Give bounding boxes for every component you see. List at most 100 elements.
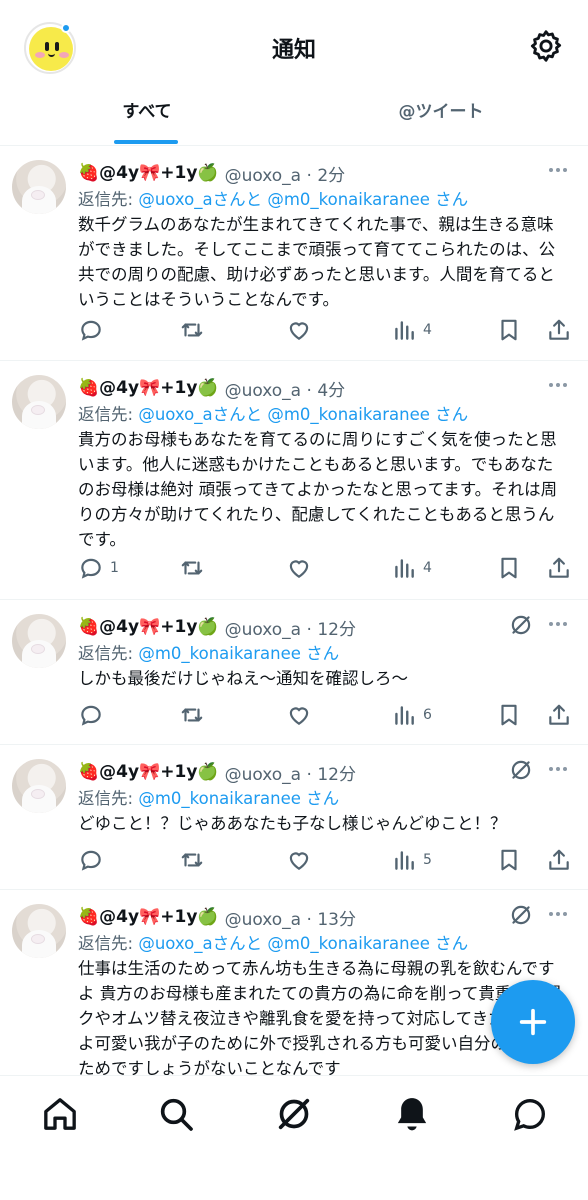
reply-button[interactable]	[78, 314, 110, 346]
views-button[interactable]: 4	[391, 552, 432, 584]
reply-mentions[interactable]: @uoxo_aさんと @m0_konaikaranee さん	[138, 405, 468, 424]
timestamp[interactable]: 2分	[317, 166, 345, 186]
timestamp[interactable]: 13分	[317, 910, 356, 930]
heart-icon	[289, 852, 309, 870]
bell-icon[interactable]	[392, 1094, 432, 1134]
retweet-button[interactable]	[179, 844, 205, 876]
reply-count: 1	[110, 560, 119, 576]
handle[interactable]: @uoxo_a	[225, 381, 302, 401]
bookmark-icon	[501, 849, 517, 871]
grok-icon[interactable]	[508, 757, 534, 783]
display-name[interactable]: 🍓@4y🎀+1y🍏	[78, 163, 219, 183]
bookmark-button[interactable]	[496, 844, 522, 876]
compose-button[interactable]	[491, 980, 575, 1064]
avatar[interactable]	[12, 904, 66, 958]
avatar[interactable]	[12, 759, 66, 813]
tweet-text: どゆこと！？じゃああなたも子なし様じゃんどゆこと！？	[78, 814, 507, 833]
handle[interactable]: @uoxo_a	[225, 765, 302, 785]
views-button[interactable]: 6	[391, 699, 432, 731]
reply-mentions[interactable]: @m0_konaikaranee さん	[138, 644, 339, 663]
retweet-icon	[181, 853, 203, 867]
grok-icon[interactable]	[508, 902, 534, 928]
display-name[interactable]: 🍓@4y🎀+1y🍏	[78, 907, 219, 927]
reply-button[interactable]	[78, 699, 110, 731]
like-button[interactable]	[286, 314, 312, 346]
like-button[interactable]	[286, 552, 312, 584]
retweet-icon	[181, 708, 203, 722]
views-chart-icon	[395, 321, 414, 340]
share-button[interactable]	[546, 314, 572, 346]
tweet[interactable]: 🍓@4y🎀+1y🍏 @uoxo_a · 12分 返信先: @m0_konaika…	[0, 600, 588, 745]
handle[interactable]: @uoxo_a	[225, 166, 302, 186]
reply-mentions[interactable]: @m0_konaikaranee さん	[138, 789, 339, 808]
like-button[interactable]	[286, 844, 312, 876]
retweet-icon	[181, 323, 203, 337]
notification-feed: 🍓@4y🎀+1y🍏 @uoxo_a · 2分 返信先: @uoxo_aさんと @…	[0, 146, 588, 1078]
share-icon	[549, 319, 569, 340]
like-button[interactable]	[286, 699, 312, 731]
reply-prefix: 返信先:	[78, 405, 139, 424]
bookmark-button[interactable]	[496, 699, 522, 731]
more-icon[interactable]	[544, 375, 572, 395]
retweet-button[interactable]	[179, 552, 205, 584]
bottom-navigation	[0, 1075, 588, 1200]
tab-mentions[interactable]: @ツイート	[294, 90, 588, 146]
search-icon[interactable]	[156, 1094, 196, 1134]
share-icon	[549, 557, 569, 578]
avatar[interactable]	[12, 614, 66, 668]
top-header: 通知	[0, 0, 588, 90]
timestamp[interactable]: 4分	[317, 381, 345, 401]
more-icon[interactable]	[544, 614, 572, 634]
action-bar: 5	[78, 844, 578, 876]
tweet[interactable]: 🍓@4y🎀+1y🍏 @uoxo_a · 12分 返信先: @m0_konaika…	[0, 745, 588, 890]
view-count: 6	[423, 707, 432, 723]
reply-button[interactable]	[78, 844, 110, 876]
bookmark-icon	[501, 704, 517, 726]
display-name[interactable]: 🍓@4y🎀+1y🍏	[78, 378, 219, 398]
timestamp[interactable]: 12分	[317, 620, 356, 640]
home-icon[interactable]	[40, 1094, 80, 1134]
display-name[interactable]: 🍓@4y🎀+1y🍏	[78, 617, 219, 637]
view-count: 5	[423, 852, 432, 868]
reply-mentions[interactable]: @uoxo_aさんと @m0_konaikaranee さん	[138, 934, 468, 953]
share-button[interactable]	[546, 699, 572, 731]
action-bar: 6	[78, 699, 578, 731]
notification-tabs: すべて @ツイート	[0, 90, 588, 146]
reply-icon	[81, 320, 101, 341]
avatar[interactable]	[12, 160, 66, 214]
views-button[interactable]: 4	[391, 314, 432, 346]
bookmark-button[interactable]	[496, 552, 522, 584]
views-chart-icon	[395, 706, 414, 725]
timestamp[interactable]: 12分	[317, 765, 356, 785]
heart-icon	[289, 322, 309, 340]
views-button[interactable]: 5	[391, 844, 432, 876]
handle[interactable]: @uoxo_a	[225, 910, 302, 930]
gear-icon[interactable]	[528, 28, 564, 64]
tweet-text: 数千グラムのあなたが生まれてきてくれた事で、親は生きる意味 ができました。そしてこ…	[78, 215, 556, 309]
more-icon[interactable]	[544, 904, 572, 924]
views-chart-icon	[395, 851, 414, 870]
reply-icon	[81, 558, 101, 579]
handle[interactable]: @uoxo_a	[225, 620, 302, 640]
tab-all[interactable]: すべて	[0, 90, 294, 146]
reply-icon	[81, 705, 101, 726]
tweet[interactable]: 🍓@4y🎀+1y🍏 @uoxo_a · 4分 返信先: @uoxo_aさんと @…	[0, 361, 588, 600]
share-icon	[549, 849, 569, 870]
grok-icon[interactable]	[508, 612, 534, 638]
messages-icon[interactable]	[510, 1094, 550, 1134]
bookmark-icon	[501, 557, 517, 579]
avatar[interactable]	[12, 375, 66, 429]
share-button[interactable]	[546, 844, 572, 876]
reply-mentions[interactable]: @uoxo_aさんと @m0_konaikaranee さん	[138, 190, 468, 209]
bookmark-button[interactable]	[496, 314, 522, 346]
tweet[interactable]: 🍓@4y🎀+1y🍏 @uoxo_a · 2分 返信先: @uoxo_aさんと @…	[0, 146, 588, 361]
retweet-button[interactable]	[179, 699, 205, 731]
action-bar: 4	[78, 314, 578, 346]
more-icon[interactable]	[544, 160, 572, 180]
retweet-button[interactable]	[179, 314, 205, 346]
display-name[interactable]: 🍓@4y🎀+1y🍏	[78, 762, 219, 782]
more-icon[interactable]	[544, 759, 572, 779]
share-button[interactable]	[546, 552, 572, 584]
grok-icon[interactable]	[274, 1094, 314, 1134]
reply-button[interactable]: 1	[78, 552, 119, 584]
